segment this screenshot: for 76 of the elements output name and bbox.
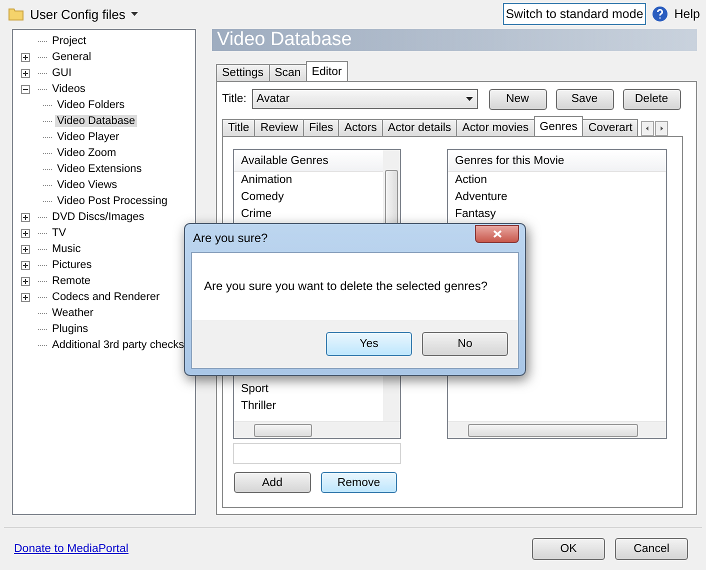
editor-button[interactable]: Save bbox=[556, 88, 614, 110]
help-link[interactable]: Help bbox=[674, 7, 700, 21]
editor-button[interactable]: Delete bbox=[622, 88, 680, 110]
horizontal-scrollbar[interactable] bbox=[448, 421, 666, 438]
tree-item[interactable]: Video Post Processing bbox=[55, 195, 170, 207]
expand-icon[interactable] bbox=[21, 276, 30, 286]
tree-item[interactable]: Video Views bbox=[55, 179, 120, 191]
expand-icon[interactable] bbox=[21, 212, 30, 222]
expand-icon[interactable] bbox=[21, 228, 30, 238]
tree-item[interactable]: Video Extensions bbox=[55, 163, 144, 175]
section-title: Video Database bbox=[212, 29, 697, 51]
list-item[interactable]: Thriller bbox=[234, 398, 383, 415]
tab[interactable]: Actors bbox=[338, 119, 383, 136]
scroll-left-icon[interactable] bbox=[641, 121, 654, 136]
title-label: Title: bbox=[222, 93, 246, 105]
tab[interactable]: Coverart bbox=[582, 119, 638, 136]
dialog-title: Are you sure? bbox=[193, 231, 268, 245]
tab[interactable]: Scan bbox=[268, 64, 307, 81]
tree-item[interactable]: Remote bbox=[50, 275, 93, 287]
collapse-icon[interactable] bbox=[21, 84, 30, 94]
dropdown-caret-icon[interactable] bbox=[131, 12, 138, 16]
folder-icon bbox=[8, 7, 24, 21]
tree-item[interactable]: Codecs and Renderer bbox=[50, 291, 162, 303]
dialog-button[interactable]: Yes bbox=[326, 332, 412, 356]
tree-item[interactable]: Video Player bbox=[55, 131, 122, 143]
close-button[interactable] bbox=[475, 225, 519, 243]
genre-input-field[interactable] bbox=[233, 443, 401, 464]
tab[interactable]: Files bbox=[303, 119, 340, 136]
list-item[interactable]: Animation bbox=[234, 172, 383, 189]
tab[interactable]: Actor movies bbox=[456, 119, 535, 136]
list-button[interactable]: Remove bbox=[320, 472, 397, 493]
tree-item[interactable]: Video Zoom bbox=[55, 147, 118, 159]
tab[interactable]: Review bbox=[254, 119, 304, 136]
tree-item[interactable]: General bbox=[50, 51, 94, 63]
list-item[interactable]: Fantasy bbox=[448, 206, 666, 223]
list-button[interactable]: Add bbox=[234, 472, 310, 493]
horizontal-scrollbar[interactable] bbox=[234, 421, 400, 438]
tree-item[interactable]: Videos bbox=[50, 83, 88, 95]
tree-item[interactable]: Pictures bbox=[50, 259, 94, 271]
title-dropdown[interactable]: Avatar bbox=[252, 89, 478, 109]
config-title[interactable]: User Config files bbox=[30, 6, 126, 22]
expand-icon[interactable] bbox=[21, 68, 30, 78]
list-item[interactable]: Sport bbox=[234, 381, 383, 398]
expand-icon[interactable] bbox=[21, 292, 30, 302]
help-icon[interactable] bbox=[652, 6, 668, 22]
tree-item[interactable]: Music bbox=[50, 243, 83, 255]
dialog-button[interactable]: OK bbox=[532, 538, 605, 560]
expand-icon[interactable] bbox=[21, 52, 30, 62]
tree-item[interactable]: Additional 3rd party checks bbox=[50, 339, 186, 351]
scroll-right-icon[interactable] bbox=[655, 121, 668, 136]
tree-item[interactable]: Plugins bbox=[50, 323, 90, 335]
list-item[interactable]: Comedy bbox=[234, 189, 383, 206]
tree-item[interactable]: TV bbox=[50, 227, 68, 239]
caret-icon[interactable] bbox=[466, 97, 472, 101]
expand-icon[interactable] bbox=[21, 244, 30, 254]
tab[interactable]: Actor details bbox=[382, 119, 458, 136]
tree-item[interactable]: Weather bbox=[50, 307, 96, 319]
tree-item[interactable]: Video Folders bbox=[55, 99, 127, 111]
tree-item[interactable]: DVD Discs/Images bbox=[50, 211, 146, 223]
donate-link[interactable]: Donate to MediaPortal bbox=[14, 543, 128, 555]
tab[interactable]: Editor bbox=[306, 61, 348, 81]
expand-icon[interactable] bbox=[21, 260, 30, 270]
tree-item[interactable]: GUI bbox=[50, 67, 74, 79]
list-item[interactable]: Adventure bbox=[448, 189, 666, 206]
tab[interactable]: Settings bbox=[216, 64, 270, 81]
list-item[interactable]: Action bbox=[448, 172, 666, 189]
tab[interactable]: Title bbox=[222, 119, 256, 136]
tree-item[interactable]: Video Database bbox=[55, 115, 138, 127]
mode-switch-button[interactable]: Switch to standard mode bbox=[502, 3, 646, 25]
close-icon[interactable] bbox=[492, 230, 502, 238]
editor-button[interactable]: New bbox=[488, 88, 546, 110]
tree-item[interactable]: Project bbox=[50, 35, 88, 47]
dialog-message: Are you sure you want to delete the selected genres? bbox=[192, 253, 518, 320]
dialog-button[interactable]: No bbox=[422, 332, 508, 356]
list-item[interactable]: Crime bbox=[234, 206, 383, 223]
dialog-button[interactable]: Cancel bbox=[615, 538, 688, 560]
